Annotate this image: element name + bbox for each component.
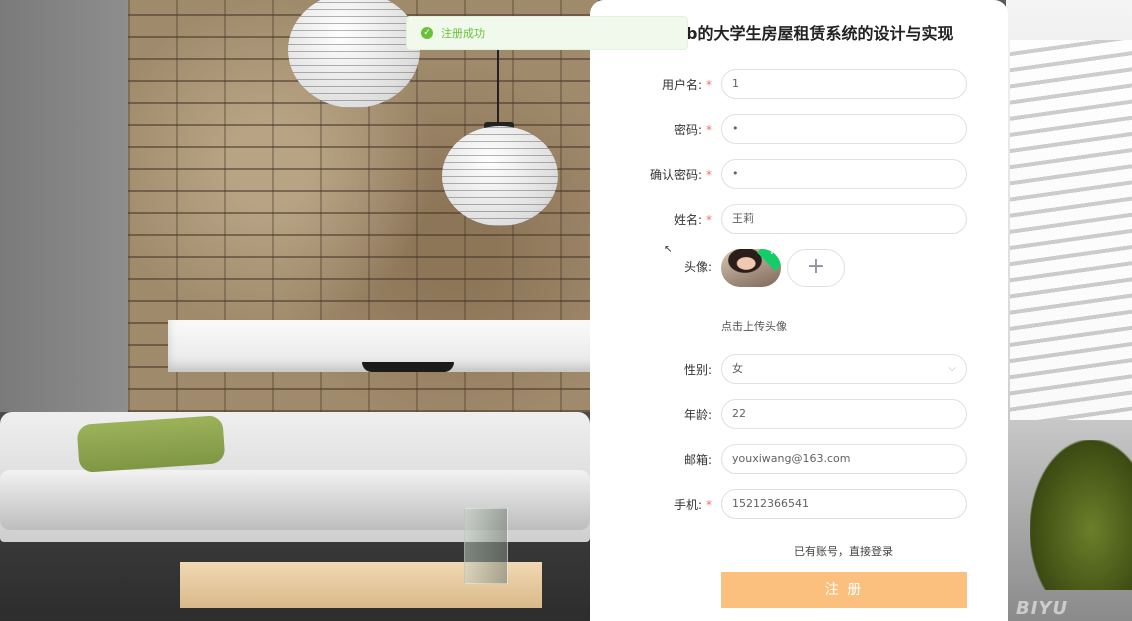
check-icon: ✓ — [769, 249, 777, 259]
vase — [464, 508, 508, 584]
watermark: BIYU — [1016, 598, 1069, 619]
register-button[interactable]: 注 册 — [721, 572, 967, 608]
decor-bowl — [362, 362, 454, 372]
plant — [1030, 440, 1132, 590]
username-label: 用户名: * — [661, 78, 712, 92]
name-label: 姓名: * — [673, 213, 712, 227]
confirm-password-input[interactable]: • — [721, 159, 967, 189]
avatar-row: 头像: ✓ + — [590, 249, 1008, 289]
pendant-lamp — [442, 126, 558, 226]
avatar-label: 头像: — [683, 260, 712, 274]
upload-success-badge: ✓ — [757, 249, 781, 271]
success-toast: ✓ 注册成功 — [406, 16, 688, 50]
age-row: 年龄: 22 — [590, 399, 1008, 429]
gender-select[interactable]: 女 ⌵ — [721, 354, 967, 384]
avatar[interactable]: ✓ — [721, 249, 781, 287]
page-title: b的大学生房屋租赁系统的设计与实现 — [686, 24, 954, 43]
chevron-down-icon: ⌵ — [948, 363, 956, 374]
phone-label: 手机: * — [673, 498, 712, 512]
username-row: 用户名: * 1 — [590, 69, 1008, 99]
gender-label: 性别: — [683, 363, 712, 377]
phone-input[interactable]: 15212366541 — [721, 489, 967, 519]
age-input[interactable]: 22 — [721, 399, 967, 429]
phone-row: 手机: * 15212366541 — [590, 489, 1008, 519]
username-input[interactable]: 1 — [721, 69, 967, 99]
add-avatar-button[interactable]: + — [787, 249, 845, 287]
lamp-cord — [497, 40, 499, 124]
check-circle-icon: ✓ — [421, 27, 433, 39]
upload-avatar-hint[interactable]: 点击上传头像 — [721, 318, 787, 334]
mouse-cursor-icon: ↖ — [664, 244, 673, 255]
gender-value: 女 — [732, 362, 743, 375]
confirm-password-row: 确认密码: * • — [590, 159, 1008, 189]
password-input[interactable]: • — [721, 114, 967, 144]
age-label: 年龄: — [683, 408, 712, 422]
email-input[interactable]: youxiwang@163.com — [721, 444, 967, 474]
confirm-password-label: 确认密码: * — [649, 168, 712, 182]
name-row: 姓名: * 王莉 — [590, 204, 1008, 234]
login-link[interactable]: 已有账号，直接登录 — [794, 543, 893, 559]
gender-row: 性别: 女 ⌵ — [590, 354, 1008, 384]
email-label: 邮箱: — [683, 453, 712, 467]
window-blinds — [1010, 40, 1132, 420]
name-input[interactable]: 王莉 — [721, 204, 967, 234]
password-row: 密码: * • — [590, 114, 1008, 144]
register-panel: b的大学生房屋租赁系统的设计与实现 用户名: * 1 密码: * • 确认密码: * … — [590, 0, 1008, 621]
toast-message: 注册成功 — [441, 27, 485, 40]
password-label: 密码: * — [673, 123, 712, 137]
pillow — [76, 414, 226, 474]
email-row: 邮箱: youxiwang@163.com — [590, 444, 1008, 474]
